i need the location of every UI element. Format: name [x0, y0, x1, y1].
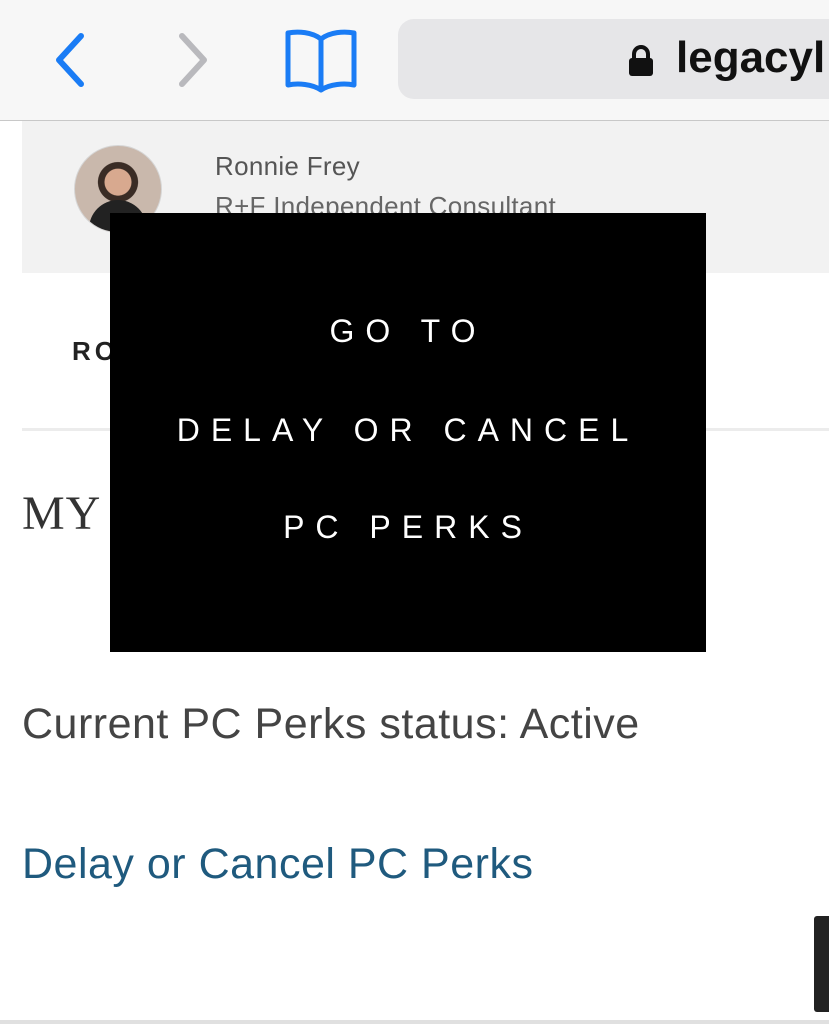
- back-button[interactable]: [40, 28, 100, 92]
- address-bar[interactable]: legacyl: [398, 19, 829, 99]
- pc-perks-status: Current PC Perks status: Active: [22, 700, 640, 748]
- overlay-line-1: GO TO: [329, 313, 487, 349]
- book-icon: [285, 29, 357, 93]
- instruction-overlay: GO TO DELAY OR CANCEL PC PERKS: [110, 213, 706, 652]
- chevron-right-icon: [179, 33, 207, 87]
- browser-toolbar: legacyl: [0, 0, 829, 121]
- chevron-left-icon: [56, 33, 84, 87]
- lock-icon: [629, 45, 653, 76]
- bottom-divider: [0, 1020, 829, 1024]
- page-heading-fragment: MY: [22, 487, 102, 540]
- overlay-line-3: PC PERKS: [283, 509, 533, 545]
- scrollbar-thumb[interactable]: [814, 916, 829, 1012]
- forward-button[interactable]: [163, 28, 223, 92]
- overlay-line-2: DELAY OR CANCEL: [176, 412, 640, 448]
- consultant-name: Ronnie Frey: [215, 151, 360, 181]
- bookmarks-button[interactable]: [282, 28, 360, 93]
- delay-cancel-pc-perks-link[interactable]: Delay or Cancel PC Perks: [22, 840, 533, 889]
- url-text: legacyl: [676, 33, 826, 82]
